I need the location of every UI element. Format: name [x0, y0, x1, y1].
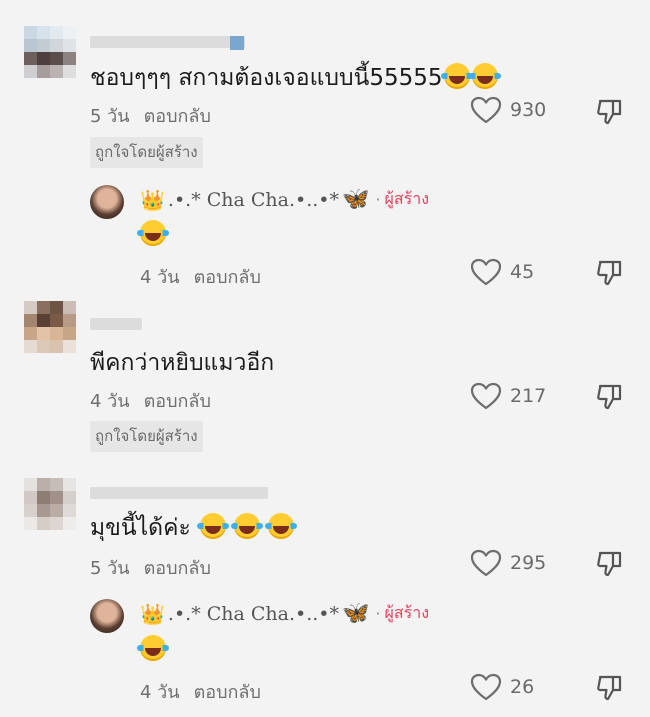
- reply-button[interactable]: ตอบกลับ: [194, 682, 261, 703]
- like-count: 930: [510, 99, 547, 121]
- reply-time: 4 วัน: [140, 267, 180, 288]
- thumbs-down-icon[interactable]: [596, 97, 624, 125]
- creator-name-row[interactable]: 👑 .•.* Cha Cha.•..•* 🦋 · ผู้สร้าง: [140, 187, 429, 212]
- crown-icon: 👑: [140, 601, 165, 626]
- creator-label: ผู้สร้าง: [384, 189, 430, 208]
- heart-outline-icon: [470, 673, 502, 701]
- tears-of-joy-emoji: [265, 513, 298, 539]
- avatar[interactable]: [24, 26, 76, 78]
- heart-outline-icon: [470, 382, 502, 410]
- username[interactable]: [90, 487, 268, 499]
- reply-time: 4 วัน: [140, 682, 180, 703]
- heart-outline-icon: [470, 96, 502, 124]
- comment-text: พีคกว่าหยิบแมวอีก: [90, 350, 275, 376]
- comment-time: 5 วัน: [90, 558, 130, 579]
- like-count: 217: [510, 385, 547, 407]
- like-button[interactable]: 26: [470, 673, 534, 701]
- reply-button[interactable]: ตอบกลับ: [144, 558, 211, 579]
- comment-time: 4 วัน: [90, 391, 130, 412]
- username[interactable]: [90, 36, 245, 48]
- reply-text: [137, 220, 169, 246]
- creator-name: .•.* Cha Cha.•..•*: [167, 602, 340, 625]
- separator-dot: ·: [375, 604, 381, 623]
- like-button[interactable]: 295: [470, 549, 546, 577]
- reply-button[interactable]: ตอบกลับ: [144, 391, 211, 412]
- butterfly-icon: 🦋: [342, 187, 370, 212]
- thumbs-down-icon[interactable]: [596, 258, 624, 286]
- separator-dot: ·: [375, 190, 381, 209]
- creator-label: ผู้สร้าง: [384, 603, 430, 622]
- butterfly-icon: 🦋: [342, 601, 370, 626]
- reply-text: [137, 635, 169, 661]
- creator-avatar[interactable]: [90, 185, 124, 219]
- creator-name: .•.* Cha Cha.•..•*: [167, 188, 340, 211]
- tears-of-joy-emoji: [137, 635, 169, 661]
- like-count: 45: [510, 261, 535, 283]
- reply-button[interactable]: ตอบกลับ: [194, 267, 261, 288]
- liked-by-creator-badge: ถูกใจโดยผู้สร้าง: [90, 137, 203, 168]
- tears-of-joy-emoji: [137, 220, 169, 246]
- like-count: 26: [510, 676, 535, 698]
- like-button[interactable]: 930: [470, 96, 546, 124]
- username-badge: [230, 36, 244, 50]
- comment-meta: 5 วัน ตอบกลับ: [90, 101, 211, 130]
- comment-meta: 4 วัน ตอบกลับ: [90, 386, 211, 415]
- tears-of-joy-emoji: [441, 63, 474, 89]
- avatar[interactable]: [24, 301, 76, 353]
- thumbs-down-icon[interactable]: [596, 382, 624, 410]
- thumbs-down-icon[interactable]: [596, 549, 624, 577]
- comment-time: 5 วัน: [90, 106, 130, 127]
- creator-avatar[interactable]: [90, 599, 124, 633]
- username[interactable]: [90, 318, 142, 330]
- liked-by-creator-badge: ถูกใจโดยผู้สร้าง: [90, 421, 203, 452]
- like-button[interactable]: 217: [470, 382, 546, 410]
- reply-button[interactable]: ตอบกลับ: [144, 106, 211, 127]
- comment-text: ชอบๆๆๆ สกามต้องเจอแบบนี้55555: [90, 60, 502, 96]
- reply-meta: 4 วัน ตอบกลับ: [140, 677, 261, 706]
- heart-outline-icon: [470, 258, 502, 286]
- thumbs-down-icon[interactable]: [596, 673, 624, 701]
- reply-meta: 4 วัน ตอบกลับ: [140, 262, 261, 291]
- tears-of-joy-emoji: [469, 63, 502, 89]
- like-button[interactable]: 45: [470, 258, 534, 286]
- tears-of-joy-emoji: [231, 513, 264, 539]
- creator-name-row[interactable]: 👑 .•.* Cha Cha.•..•* 🦋 · ผู้สร้าง: [140, 601, 429, 626]
- like-count: 295: [510, 552, 547, 574]
- heart-outline-icon: [470, 549, 502, 577]
- tears-of-joy-emoji: [197, 513, 230, 539]
- comment-meta: 5 วัน ตอบกลับ: [90, 553, 211, 582]
- avatar[interactable]: [24, 478, 76, 530]
- crown-icon: 👑: [140, 187, 165, 212]
- comment-text: มุขนี้ได้ค่ะ: [90, 510, 298, 546]
